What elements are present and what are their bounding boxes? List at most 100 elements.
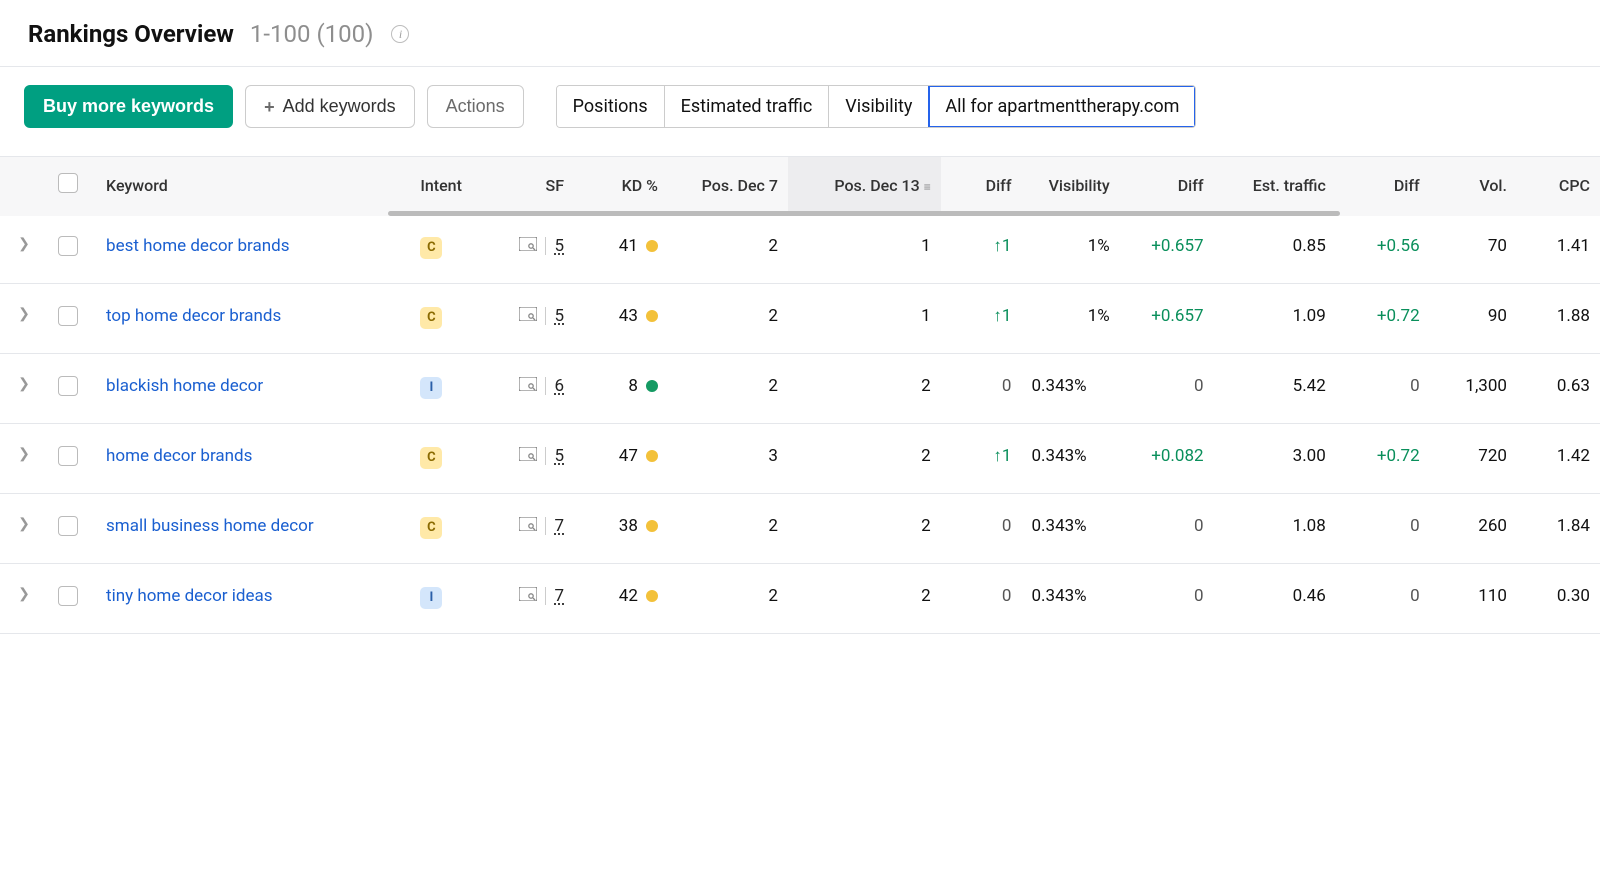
row-checkbox-cell[interactable]: [48, 354, 96, 424]
col-intent[interactable]: Intent: [410, 157, 489, 214]
kd-cell-wrap: 38: [574, 494, 668, 564]
keyword-link[interactable]: home decor brands: [106, 446, 252, 466]
pos-diff-cell: ↑1: [941, 214, 1022, 284]
row-checkbox-cell[interactable]: [48, 424, 96, 494]
horizontal-scroll-indicator[interactable]: [0, 211, 1600, 216]
kd-value: 38: [619, 516, 638, 536]
row-checkbox[interactable]: [58, 236, 78, 256]
chevron-right-icon: ❯: [18, 376, 30, 392]
table-row: ❯ tiny home decor ideas I 7 42 2 2 0 0.3…: [0, 564, 1600, 634]
actions-button[interactable]: Actions: [427, 85, 524, 128]
intent-badge[interactable]: C: [420, 517, 442, 539]
tab-estimated-traffic[interactable]: Estimated traffic: [665, 86, 830, 127]
sort-asc-icon: ≡: [924, 180, 931, 194]
col-est-traffic[interactable]: Est. traffic: [1214, 157, 1336, 214]
volume-cell: 720: [1430, 424, 1517, 494]
buy-more-keywords-button[interactable]: Buy more keywords: [24, 85, 233, 128]
intent-badge[interactable]: I: [420, 377, 442, 399]
keyword-link[interactable]: tiny home decor ideas: [106, 586, 272, 606]
pos13-cell: 1: [788, 284, 941, 354]
col-diff2[interactable]: Diff: [1120, 157, 1214, 214]
sf-count[interactable]: 5: [554, 446, 564, 466]
sf-cell-wrap: 6: [489, 354, 574, 424]
expand-toggle[interactable]: ❯: [0, 214, 48, 284]
cpc-cell: 1.42: [1517, 424, 1600, 494]
sf-count[interactable]: 5: [554, 306, 564, 326]
expand-toggle[interactable]: ❯: [0, 354, 48, 424]
kd-cell-wrap: 42: [574, 564, 668, 634]
toolbar: Buy more keywords + Add keywords Actions…: [0, 67, 1600, 156]
col-diff3[interactable]: Diff: [1336, 157, 1430, 214]
keyword-link[interactable]: top home decor brands: [106, 306, 281, 326]
est-traffic-cell: 3.00: [1214, 424, 1336, 494]
col-keyword[interactable]: Keyword: [96, 157, 410, 214]
col-cpc[interactable]: CPC: [1517, 157, 1600, 214]
visibility-diff-cell: 0: [1120, 494, 1214, 564]
info-icon[interactable]: i: [391, 25, 409, 43]
kd-value: 43: [619, 306, 638, 326]
row-checkbox[interactable]: [58, 446, 78, 466]
kd-cell-wrap: 43: [574, 284, 668, 354]
sf-count[interactable]: 5: [554, 236, 564, 256]
serp-features-icon[interactable]: [519, 306, 537, 326]
pos-diff-cell: ↑1: [941, 284, 1022, 354]
col-diff1[interactable]: Diff: [941, 157, 1022, 214]
tab-all-for-domain[interactable]: All for apartmenttherapy.com: [929, 86, 1195, 127]
cpc-cell: 0.63: [1517, 354, 1600, 424]
col-vol[interactable]: Vol.: [1430, 157, 1517, 214]
row-checkbox[interactable]: [58, 516, 78, 536]
keyword-cell: tiny home decor ideas: [96, 564, 410, 634]
row-checkbox-cell[interactable]: [48, 214, 96, 284]
col-checkbox[interactable]: [48, 157, 96, 214]
pos13-cell: 2: [788, 494, 941, 564]
row-checkbox-cell[interactable]: [48, 284, 96, 354]
visibility-cell: 0.343%: [1021, 354, 1119, 424]
chevron-right-icon: ❯: [18, 236, 30, 252]
sf-count[interactable]: 7: [554, 586, 564, 606]
row-checkbox-cell[interactable]: [48, 494, 96, 564]
expand-toggle[interactable]: ❯: [0, 284, 48, 354]
intent-badge[interactable]: I: [420, 587, 442, 609]
select-all-checkbox[interactable]: [58, 173, 78, 193]
keyword-cell: top home decor brands: [96, 284, 410, 354]
est-traffic-cell: 5.42: [1214, 354, 1336, 424]
intent-cell: I: [410, 354, 489, 424]
rankings-table: Keyword Intent SF KD % Pos. Dec 7 Pos. D…: [0, 157, 1600, 634]
intent-badge[interactable]: C: [420, 307, 442, 329]
sf-count[interactable]: 7: [554, 516, 564, 536]
intent-cell: C: [410, 214, 489, 284]
serp-features-icon[interactable]: [519, 376, 537, 396]
tab-positions[interactable]: Positions: [557, 86, 665, 127]
row-checkbox[interactable]: [58, 586, 78, 606]
visibility-diff-cell: 0: [1120, 564, 1214, 634]
col-pos13[interactable]: Pos. Dec 13≡: [788, 157, 941, 214]
intent-badge[interactable]: C: [420, 447, 442, 469]
col-sf[interactable]: SF: [489, 157, 574, 214]
intent-badge[interactable]: C: [420, 237, 442, 259]
expand-toggle[interactable]: ❯: [0, 424, 48, 494]
expand-toggle[interactable]: ❯: [0, 494, 48, 564]
add-keywords-button[interactable]: + Add keywords: [245, 85, 415, 128]
keyword-link[interactable]: best home decor brands: [106, 236, 289, 256]
sf-count[interactable]: 6: [554, 376, 564, 396]
keyword-link[interactable]: small business home decor: [106, 516, 314, 536]
tab-visibility[interactable]: Visibility: [829, 86, 929, 127]
serp-features-icon[interactable]: [519, 516, 537, 536]
kd-difficulty-dot: [646, 240, 658, 252]
row-checkbox-cell[interactable]: [48, 564, 96, 634]
pos7-cell: 2: [668, 214, 788, 284]
intent-cell: I: [410, 564, 489, 634]
kd-difficulty-dot: [646, 310, 658, 322]
serp-features-icon[interactable]: [519, 446, 537, 466]
serp-features-icon[interactable]: [519, 586, 537, 606]
row-checkbox[interactable]: [58, 306, 78, 326]
serp-features-icon[interactable]: [519, 236, 537, 256]
rankings-table-wrap: Keyword Intent SF KD % Pos. Dec 7 Pos. D…: [0, 156, 1600, 634]
row-checkbox[interactable]: [58, 376, 78, 396]
expand-toggle[interactable]: ❯: [0, 564, 48, 634]
col-pos7[interactable]: Pos. Dec 7: [668, 157, 788, 214]
col-kd[interactable]: KD %: [574, 157, 668, 214]
volume-cell: 90: [1430, 284, 1517, 354]
col-visibility[interactable]: Visibility: [1021, 157, 1119, 214]
keyword-link[interactable]: blackish home decor: [106, 376, 263, 396]
